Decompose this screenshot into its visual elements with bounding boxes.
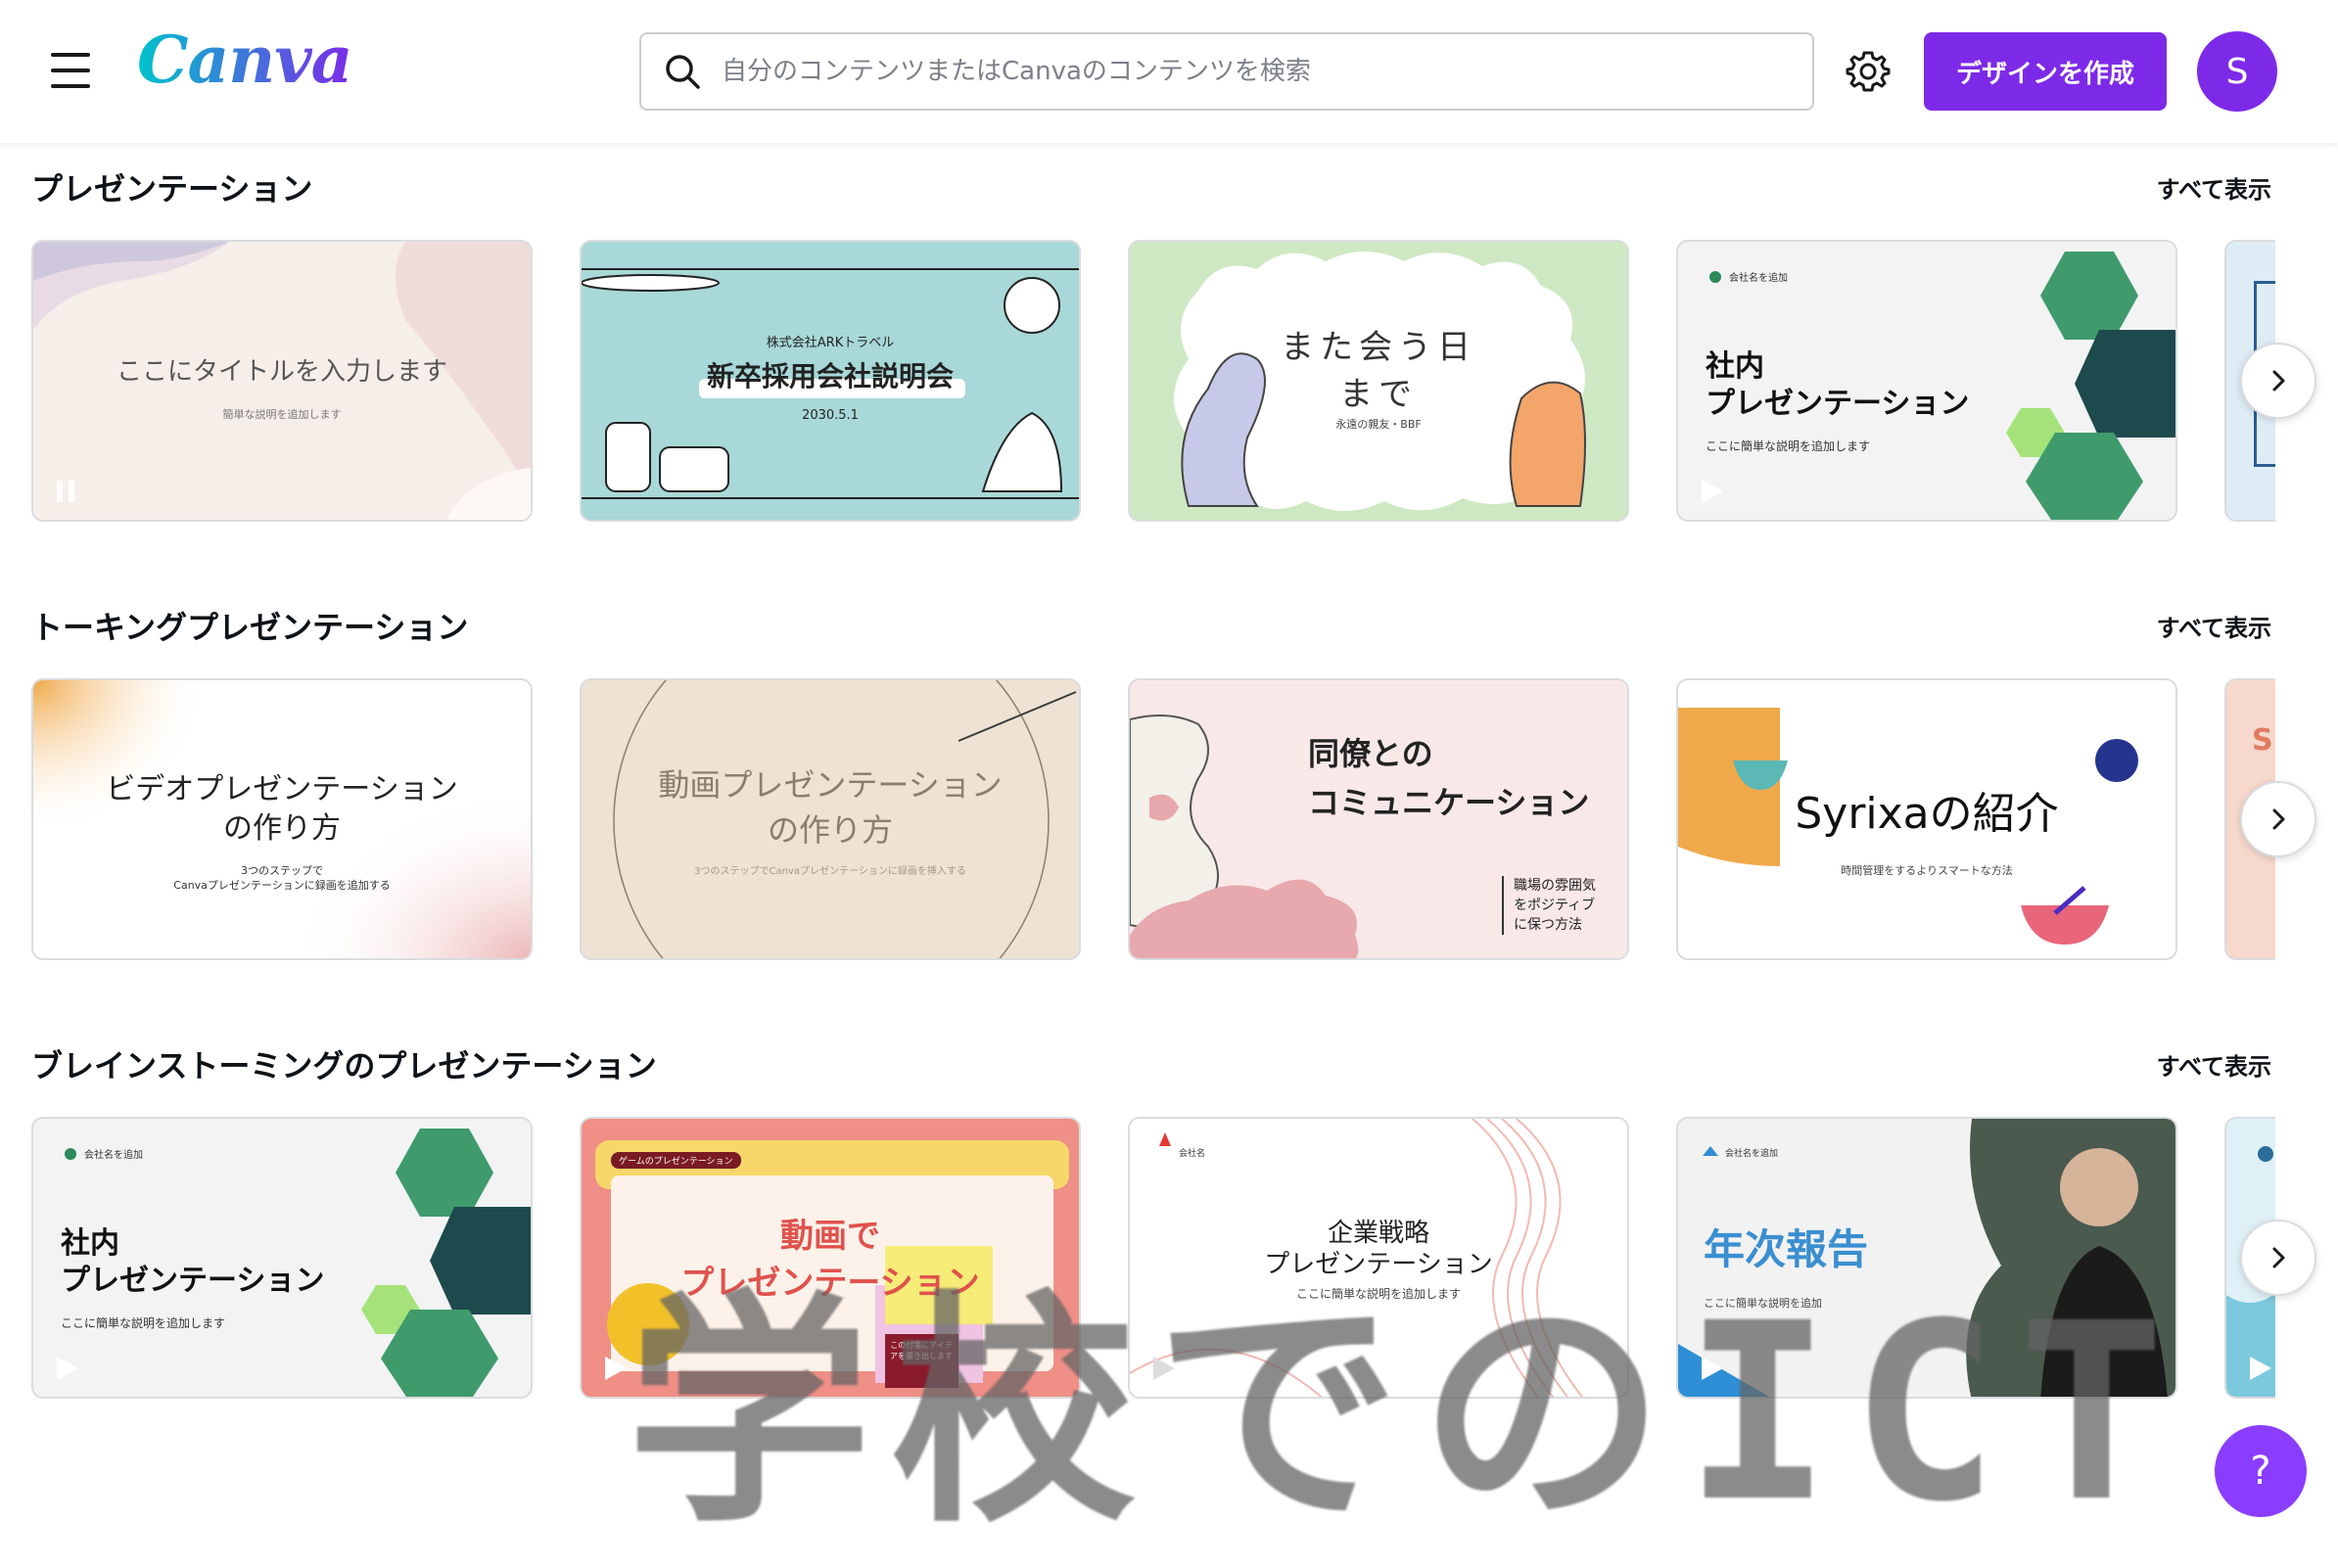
play-icon: [2250, 1357, 2271, 1380]
search-icon: [666, 55, 700, 89]
card-subtitle-line1: 3つのステップで: [241, 864, 323, 877]
template-row-presentations: ここにタイトルを入力します 簡単な説明を追加します 株式会社ARKトラベル 新卒…: [31, 240, 2275, 524]
card-title-line1: ビデオプレゼンテーション: [106, 772, 458, 807]
card-title-line1: 動画プレゼンテーション: [658, 766, 1003, 804]
card-tag: ゲームのプレゼンテーション: [611, 1152, 741, 1169]
card-company: 株式会社ARKトラベル: [766, 336, 895, 350]
template-card[interactable]: また会う日 まで 永遠の親友・BBF: [1128, 240, 1629, 522]
card-title-line2: プレゼンテーション: [1706, 387, 1970, 421]
template-row-talking-presentations: ビデオプレゼンテーション の作り方 3つのステップで Canvaプレゼンテーショ…: [31, 678, 2275, 962]
card-title-line2: プレゼンテーション: [61, 1264, 325, 1298]
card-title-line2: の作り方: [223, 811, 341, 846]
search-bar[interactable]: [639, 32, 1814, 111]
section-title-brainstorming-presentations: ブレインストーミングのプレゼンテーション: [31, 1047, 657, 1084]
card-note-line1: 職場の雰囲気: [1514, 878, 1596, 894]
chevron-right-icon: [2272, 370, 2285, 392]
card-subtitle: 簡単な説明を追加します: [222, 408, 342, 421]
top-header: Canva デザインを作成 S: [0, 0, 2338, 143]
template-card[interactable]: ビデオプレゼンテーション の作り方 3つのステップで Canvaプレゼンテーショ…: [31, 678, 533, 960]
carousel-next-button[interactable]: [2240, 1220, 2316, 1296]
card-company: 会社名を追加: [84, 1150, 143, 1161]
section-title-talking-presentations: トーキングプレゼンテーション: [31, 609, 469, 646]
card-title-line1: 同僚との: [1308, 735, 1433, 772]
card-subtitle: ここに簡単な説明を追加します: [61, 1316, 226, 1330]
template-card[interactable]: 会社名を追加 社内 プレゼンテーション ここに簡単な説明を追加します: [31, 1117, 533, 1399]
card-subtitle-line2: Canvaプレゼンテーションに録画を追加する: [173, 879, 391, 892]
card-title: Syrixaの紹介: [1795, 789, 2059, 839]
card-subtitle: 時間管理をするよりスマートな方法: [1841, 864, 2013, 877]
menu-icon[interactable]: [51, 53, 90, 88]
template-card[interactable]: ここにタイトルを入力します 簡単な説明を追加します: [31, 240, 533, 522]
help-button[interactable]: ?: [2215, 1425, 2307, 1517]
card-title: ここにタイトルを入力します: [116, 357, 447, 387]
chevron-right-icon: [2272, 1247, 2285, 1268]
section-title-presentations: プレゼンテーション: [31, 170, 313, 208]
see-all-link-talking-presentations[interactable]: すべて表示: [2157, 609, 2271, 643]
template-card[interactable]: 動画プレゼンテーション の作り方 3つのステップでCanvaプレゼンテーションに…: [580, 678, 1081, 960]
card-note-line3: に保つ方法: [1514, 917, 1582, 933]
play-icon: [57, 1357, 78, 1380]
card-company: 会社名を追加: [1729, 273, 1788, 284]
card-title-line1: また会う日: [1281, 328, 1476, 367]
search-input[interactable]: [722, 57, 1779, 86]
see-all-link-brainstorming-presentations[interactable]: すべて表示: [2157, 1047, 2271, 1082]
template-card[interactable]: 同僚との コミュニケーション 職場の雰囲気 をポジティブ に保つ方法: [1128, 678, 1629, 960]
card-subtitle: ここに簡単な説明を追加します: [1706, 439, 1871, 453]
template-card[interactable]: Syrixaの紹介 時間管理をするよりスマートな方法: [1676, 678, 2177, 960]
see-all-link-presentations[interactable]: すべて表示: [2157, 170, 2271, 205]
card-subtitle: 永遠の親友・BBF: [1335, 418, 1422, 431]
gear-icon[interactable]: [1846, 49, 1891, 94]
card-note: 職場の雰囲気 をポジティブ に保つ方法: [1502, 876, 1596, 935]
play-icon: [605, 1357, 627, 1380]
carousel-next-button[interactable]: [2240, 781, 2316, 857]
card-title-line2: まで: [1339, 375, 1418, 414]
canva-logo[interactable]: Canva: [137, 22, 352, 98]
chevron-right-icon: [2272, 808, 2285, 830]
card-company: 会社名を追加: [1725, 1149, 1779, 1159]
carousel-next-button[interactable]: [2240, 343, 2316, 419]
card-title-line2: コミュニケーション: [1308, 784, 1590, 821]
card-title-line2: の作り方: [767, 811, 893, 849]
watermark-overlay: 学校でのICT: [627, 1270, 2185, 1555]
avatar[interactable]: S: [2197, 31, 2277, 112]
pause-icon: [57, 481, 74, 502]
template-card[interactable]: 会社名を追加 社内 プレゼンテーション ここに簡単な説明を追加します: [1676, 240, 2177, 522]
create-design-button[interactable]: デザインを作成: [1924, 32, 2167, 111]
card-subtitle: 3つのステップでCanvaプレゼンテーションに録画を挿入する: [694, 866, 966, 877]
card-partial-text: S: [2252, 723, 2273, 758]
play-icon: [1702, 480, 1723, 503]
card-title: 新卒採用会社説明会: [706, 360, 954, 392]
card-note-line2: をポジティブ: [1514, 898, 1596, 913]
card-company: 会社名: [1179, 1149, 1206, 1159]
card-date: 2030.5.1: [802, 408, 859, 423]
template-card[interactable]: 株式会社ARKトラベル 新卒採用会社説明会 2030.5.1: [580, 240, 1081, 522]
